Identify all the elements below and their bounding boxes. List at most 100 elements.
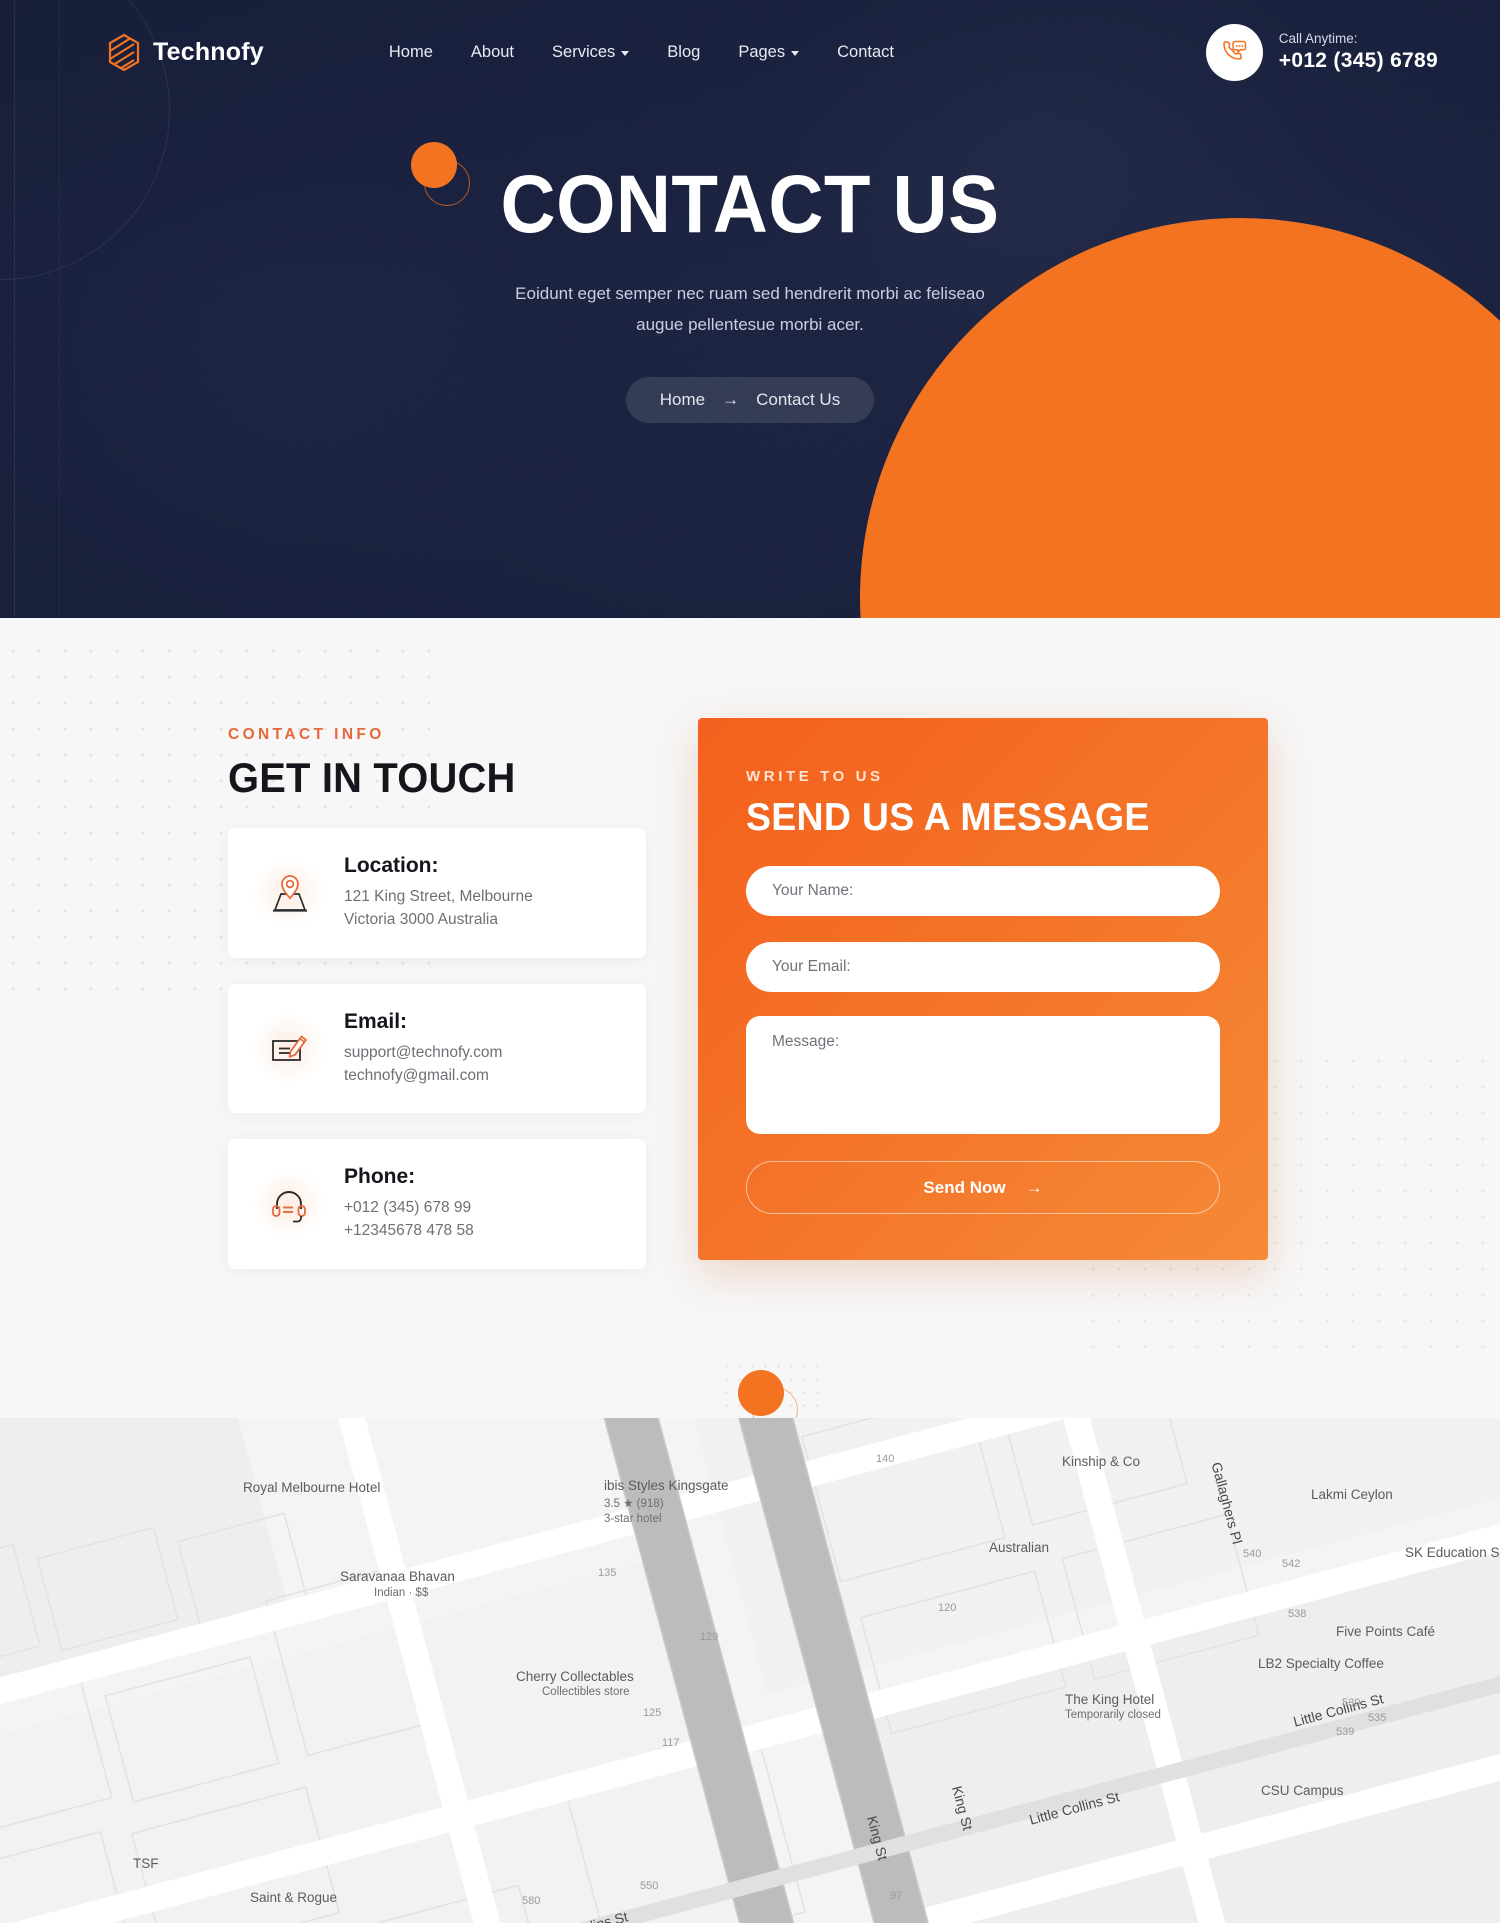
message-form: WRITE TO US SEND US A MESSAGE Send Now → [698,718,1268,1260]
map-label: CSU Campus [1261,1783,1344,1798]
breadcrumb-current: Contact Us [756,389,841,409]
nav-item-services[interactable]: Services [552,42,630,62]
map-label: Saint & Rogue [250,1890,338,1905]
breadcrumb: Home → Contact Us [625,376,875,423]
chevron-down-icon [621,51,630,56]
map-label: 542 [1282,1558,1301,1570]
contact-card-phone[interactable]: Phone: +012 (345) 678 99 +12345678 478 5… [228,1139,646,1269]
arrow-right-icon: → [1025,1177,1043,1197]
location-pin-map-icon [273,874,307,912]
page-title: CONTACT US [500,159,1000,250]
email-text: Email: support@technofy.com technofy@gma… [344,1010,502,1088]
call-anytime-block[interactable]: Call Anytime: +012 (345) 6789 [1205,23,1438,81]
site-header: Technofy Home About Services Blog Pages … [0,0,1500,104]
map-label: 120 [938,1602,957,1614]
map-label: 539 [1342,1697,1361,1709]
map-label: 97 [890,1890,903,1902]
map-label: 539 [1336,1726,1355,1738]
hero-subtitle-line2: augue pellentesue morbi acer. [636,315,864,335]
main-nav: Home About Services Blog Pages Contact [389,43,894,62]
location-heading: Location: [344,854,439,877]
logo-text: Technofy [153,37,264,66]
contact-card-email[interactable]: Email: support@technofy.com technofy@gma… [228,983,646,1113]
nav-label: Contact [837,42,894,61]
location-line1: 121 King Street, Melbourne [344,888,533,905]
hero-section: Technofy Home About Services Blog Pages … [0,0,1500,618]
form-eyebrow: WRITE TO US [746,768,884,785]
map-label: 535 [1368,1712,1387,1724]
map-label: The King Hotel [1065,1692,1155,1707]
hexagon-stripes-logo-icon [108,33,140,71]
map-label: LB2 Specialty Coffee [1258,1656,1384,1671]
map-label: 538 [1288,1608,1307,1620]
map-label: Saravanaa Bhavan [340,1569,455,1584]
map-label: ibis Styles Kingsgate [604,1478,729,1493]
phone-line2[interactable]: +12345678 478 58 [344,1219,474,1242]
form-decor-dot [738,1370,784,1416]
hero-content: CONTACT US Eoidunt eget semper nec ruam … [0,142,1500,423]
phone-icon-wrap [252,1166,326,1241]
breadcrumb-home-link[interactable]: Home [660,390,705,410]
chevron-down-icon [791,51,800,56]
contact-left-column: CONTACT INFO GET IN TOUCH Location: 121 … [228,618,646,1269]
map-label: Cherry Collectables [516,1669,634,1684]
map-label: 129 [700,1631,719,1643]
send-now-button[interactable]: Send Now → [746,1161,1220,1214]
map-label: Australian [989,1540,1050,1555]
name-input[interactable] [746,866,1220,916]
map-label: 550 [640,1880,659,1892]
send-now-label: Send Now [923,1177,1006,1197]
nav-label: About [470,42,515,61]
pencil-write-icon [272,1035,307,1062]
map-label: 140 [876,1453,895,1465]
site-logo[interactable]: Technofy [108,33,264,71]
map-label: 540 [1243,1548,1262,1560]
map-label: Kinship & Co [1062,1454,1141,1469]
phone-chat-icon [1223,40,1247,60]
email-icon-wrap [252,1011,326,1086]
contact-info-section: CONTACT INFO GET IN TOUCH Location: 121 … [0,618,1500,1418]
map-label: Indian · $$ [374,1587,429,1599]
email-heading: Email: [344,1009,408,1033]
phone-text: Phone: +012 (345) 678 99 +12345678 478 5… [344,1165,474,1243]
email-line2[interactable]: technofy@gmail.com [344,1064,502,1087]
phone-heading: Phone: [344,1165,416,1188]
location-map[interactable]: Royal Melbourne Hotel ibis Styles Kingsga… [0,1418,1500,1923]
message-textarea[interactable] [746,1016,1220,1134]
map-label: 125 [643,1707,662,1719]
map-label: Five Points Café [1336,1624,1436,1639]
nav-label: Blog [667,42,701,61]
map-label: TSF [133,1856,159,1871]
call-phone-number[interactable]: +012 (345) 6789 [1279,49,1438,73]
hero-subtitle-line1: Eoidunt eget semper nec ruam sed hendrer… [515,284,985,303]
nav-item-contact[interactable]: Contact [837,43,894,62]
map-label: Collectibles store [542,1686,630,1698]
map-label: 3.5 ★ (918) [604,1498,664,1510]
location-text: Location: 121 King Street, Melbourne Vic… [344,854,533,932]
hero-subtitle: Eoidunt eget semper nec ruam sed hendrer… [0,278,1500,341]
map-label: 3-star hotel [604,1513,662,1525]
contact-eyebrow: CONTACT INFO [228,726,385,743]
headset-support-icon [272,1190,306,1223]
form-title: SEND US A MESSAGE [746,796,1150,839]
nav-label: Pages [738,42,786,61]
email-line1[interactable]: support@technofy.com [344,1041,502,1064]
nav-item-blog[interactable]: Blog [667,43,700,62]
location-icon-wrap [252,855,326,930]
contact-card-location[interactable]: Location: 121 King Street, Melbourne Vic… [228,828,646,958]
nav-item-pages[interactable]: Pages [738,42,800,62]
map-label: Temporarily closed [1065,1709,1161,1721]
contact-right-column: WRITE TO US SEND US A MESSAGE Send Now → [698,618,1268,1269]
map-label: Royal Melbourne Hotel [243,1480,381,1495]
nav-label: Services [552,42,616,61]
location-line2: Victoria 3000 Australia [344,911,498,929]
arrow-right-icon: → [722,389,740,409]
call-text-group: Call Anytime: +012 (345) 6789 [1279,31,1438,73]
phone-line1[interactable]: +012 (345) 678 99 [344,1196,474,1219]
email-input[interactable] [746,942,1220,992]
nav-item-home[interactable]: Home [389,43,433,62]
nav-item-about[interactable]: About [471,43,514,62]
call-anytime-label: Call Anytime: [1278,31,1358,46]
map-label: Lakmi Ceylon [1311,1487,1393,1502]
map-label: SK Education S [1405,1545,1500,1560]
